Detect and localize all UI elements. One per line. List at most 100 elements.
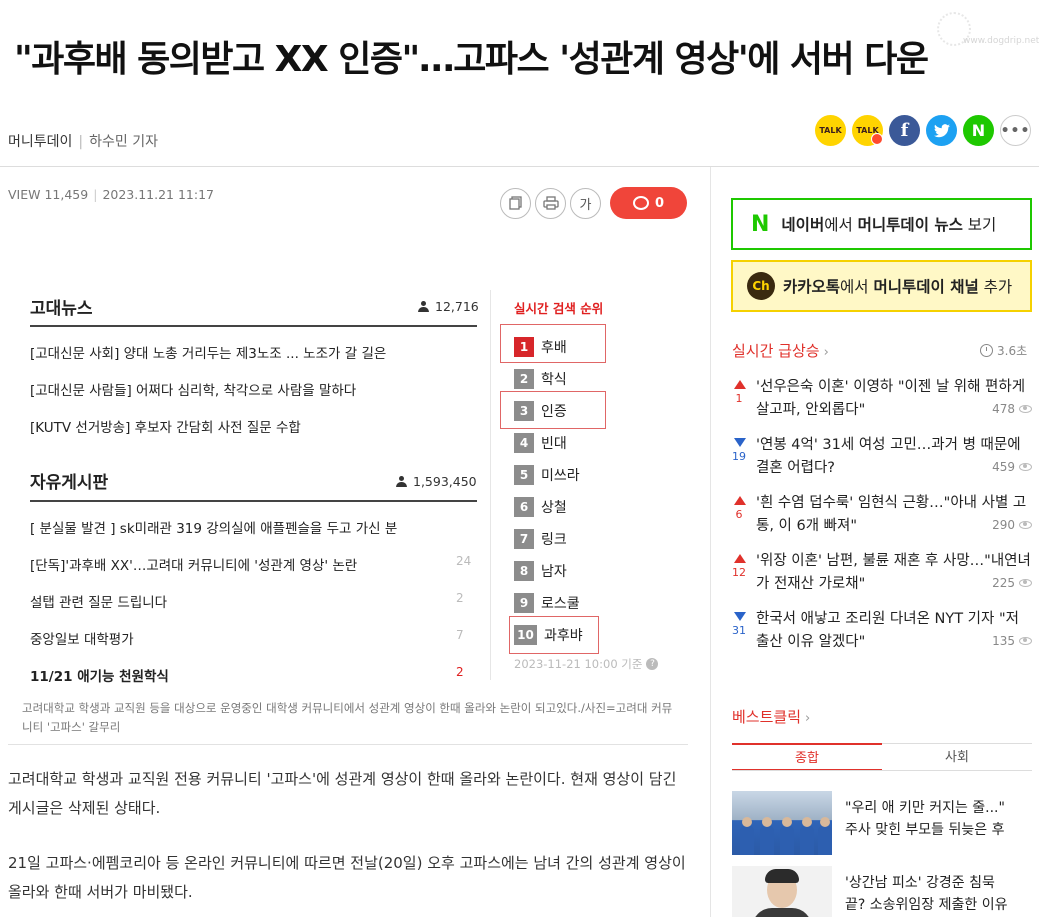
view-count: VIEW 11,459 [8,187,89,202]
meta-divider: | [93,187,98,202]
person-icon [396,476,407,487]
article-image: 고대뉴스 12,716 [고대신문 사회] 양대 노총 거리두는 제3노조 ..… [18,280,663,690]
chevron-right-icon: › [805,711,811,726]
comment-button[interactable]: 0 [610,187,687,219]
best-click-item[interactable]: '상간남 피소' 강경준 침묵 끝? 소송위임장 제출한 이유 [732,866,1032,917]
article-headline: "과후배 동의받고 XX 인증"…고파스 '성관계 영상'에 서버 다운 [14,39,929,80]
best-click-headline: "우리 애 키만 커지는 줄..." 주사 맞힌 부모들 뒤늦은 후 [845,797,1032,841]
rank-down-icon [734,438,746,447]
reporter-name[interactable]: 하수민 기자 [89,134,158,150]
view-count: 135 [992,634,1032,648]
view-count-value: 290 [992,518,1015,532]
naver-logo-icon: N [751,211,770,237]
list-item: [ 분실물 발견 ] sk미래관 319 강의실에 애플펜슬을 두고 가신 분 [30,517,470,537]
naver-banner-post: 보기 [962,216,997,234]
trending-headline: '흰 수염 덥수룩' 임현식 근황…"아내 사별 고통, 이 6개 빠져" [756,495,1027,534]
article-meta: VIEW 11,459 | 2023.11.21 11:17 [8,187,214,202]
ranking-item: 5 미쓰라 [514,463,580,487]
trending-headline: '선우은숙 이혼' 이영하 "이젠 날 위해 편하게 살고파, 안외롭다" [756,379,1026,418]
eye-icon [1019,463,1032,471]
view-count: 225 [992,576,1032,590]
view-count-value: 225 [992,576,1015,590]
font-size-button[interactable]: 가 [570,187,601,219]
news-section-underline [30,325,477,327]
source-name[interactable]: 머니투데이 [8,134,72,150]
post-comment-count: 2 [456,665,464,679]
best-click-title[interactable]: 베스트클릭 › [732,706,810,727]
kakao-banner-pre: 카카오톡 [783,278,841,296]
post-title: 중앙일보 대학평가 [30,632,134,648]
list-item: [KUTV 선거방송] 후보자 간담회 사전 질문 수합 [30,420,301,436]
watermark: www.dogdrip.net [937,12,1039,52]
facebook-share-icon[interactable]: f [889,115,920,146]
rank-up-icon [734,380,746,389]
rank-down-icon [734,612,746,621]
post-title: 설탭 관련 질문 드립니다 [30,595,168,611]
board-member-count: 1,593,450 [396,474,477,489]
naver-banner-pre: 네이버 [781,216,825,234]
post-title: 11/21 애기능 천원학식 [30,669,169,685]
print-icon[interactable] [535,187,566,219]
trending-item[interactable]: 12 '위장 이혼' 남편, 불륜 재혼 후 사망…"내연녀가 전재산 가로채"… [732,550,1032,602]
best-click-item[interactable]: "우리 애 키만 커지는 줄..." 주사 맞힌 부모들 뒤늦은 후 [732,791,1032,861]
comment-bubble-icon [632,196,649,210]
view-count-value: 459 [992,460,1015,474]
rank-change: 6 [735,508,743,521]
trending-title-text: 실시간 급상승 [732,342,820,360]
ranking-item: 6 상철 [514,495,567,519]
list-item: [단독]'과후배 XX'…고려대 커뮤니티에 '성관계 영상' 논란 24 [30,554,471,574]
list-item: 중앙일보 대학평가 7 [30,628,470,648]
naver-banner-mid: 에서 [824,216,858,234]
news-count-value: 12,716 [435,299,479,314]
trending-headline: '연봉 4억' 31세 여성 고민…과거 병 때문에 결혼 어렵다? [756,437,1021,476]
ranking-item: 9 로스쿨 [514,591,580,615]
trending-item[interactable]: 6 '흰 수염 덥수룩' 임현식 근황…"아내 사별 고통, 이 6개 빠져" … [732,492,1032,544]
trending-item[interactable]: 31 한국서 애낳고 조리원 다녀온 NYT 기자 "저출산 이유 알겠다" 1… [732,608,1032,660]
trending-headline: '위장 이혼' 남편, 불륜 재혼 후 사망…"내연녀가 전재산 가로채" [756,553,1031,592]
clock-icon [980,344,993,357]
best-click-tabs: 종합 사회 [732,743,1032,771]
more-share-icon[interactable]: ••• [1000,115,1031,146]
naver-subscribe-banner[interactable]: N 네이버에서 머니투데이 뉴스 보기 [731,198,1032,250]
rank-word: 상철 [541,500,567,516]
twitter-share-icon[interactable] [926,115,957,146]
rank-number: 2 [514,369,534,389]
ranking-item: 2 학식 [514,367,567,391]
kakao-channel-banner[interactable]: Ch 카카오톡에서 머니투데이 채널 추가 [731,260,1032,312]
trending-title[interactable]: 실시간 급상승 › [732,340,829,361]
kakaotalk-channel-share-icon[interactable]: TALK [852,115,883,146]
naver-share-icon[interactable]: N [963,115,994,146]
kakao-banner-brand: 머니투데이 채널 [873,278,979,296]
rank-word: 링크 [541,532,567,548]
rank-word: 로스쿨 [541,596,580,612]
highlight-box [509,616,599,654]
help-icon: ? [646,658,659,670]
share-bar: TALK TALK f N ••• [815,115,1031,146]
trending-item[interactable]: 19 '연봉 4억' 31세 여성 고민…과거 병 때문에 결혼 어렵다? 45… [732,434,1032,486]
trending-item[interactable]: 1 '선우은숙 이혼' 이영하 "이젠 날 위해 편하게 살고파, 안외롭다" … [732,376,1032,428]
kakao-channel-icon: Ch [747,272,775,300]
chevron-right-icon: › [823,345,829,360]
ranking-title: 실시간 검색 순위 [514,301,604,316]
rank-number: 8 [514,561,534,581]
tab-society[interactable]: 사회 [882,743,1032,770]
best-click-headline: '상간남 피소' 강경준 침묵 끝? 소송위임장 제출한 이유 [845,872,1032,916]
rank-word: 빈대 [541,436,567,452]
naver-banner-text: 네이버에서 머니투데이 뉴스 보기 [781,213,996,235]
rank-number: 7 [514,529,534,549]
news-thumbnail [732,791,832,855]
ranking-item: 4 빈대 [514,431,567,455]
eye-icon [1019,637,1032,645]
copy-icon[interactable] [500,187,531,219]
rank-change: 19 [732,450,746,463]
news-thumbnail [732,866,832,917]
post-comment-count: 7 [456,628,464,642]
rank-number: 9 [514,593,534,613]
highlight-box [500,324,606,363]
article-paragraph: 21일 고파스·에펨코리아 등 온라인 커뮤니티에 따르면 전날(20일) 오후… [8,854,686,901]
view-count: 459 [992,460,1032,474]
kakao-banner-mid: 에서 [840,278,874,296]
tab-overall[interactable]: 종합 [732,743,882,770]
list-item: 11/21 애기능 천원학식 2 [30,665,470,685]
kakaotalk-share-icon[interactable]: TALK [815,115,846,146]
